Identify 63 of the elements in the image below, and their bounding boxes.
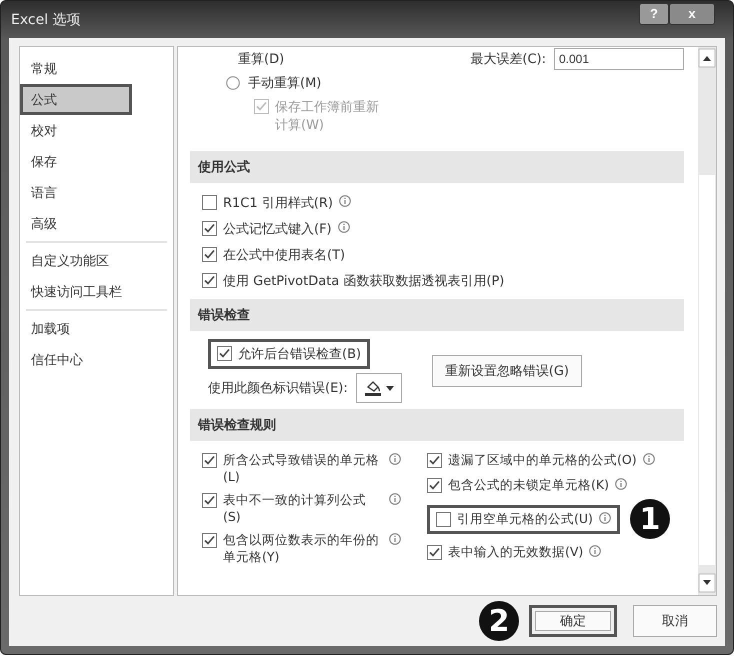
option-label: 包含以两位数表示的年份的单元格(Y) bbox=[223, 532, 380, 566]
sidebar-item[interactable]: 语言 bbox=[20, 177, 173, 208]
sidebar-item[interactable]: 快速访问工具栏 bbox=[20, 276, 173, 307]
option-label: 表中不一致的计算列公式(S) bbox=[223, 492, 367, 524]
checkbox[interactable] bbox=[202, 221, 217, 236]
option-label: 重算(D) bbox=[238, 51, 284, 68]
callout-number: 2 bbox=[479, 601, 519, 641]
info-icon bbox=[389, 453, 401, 465]
caret-icon bbox=[386, 386, 394, 390]
section-header: 错误检查规则 bbox=[190, 409, 684, 441]
ok-button[interactable]: 确定 bbox=[529, 605, 617, 637]
paint-bucket-icon bbox=[364, 379, 382, 397]
checkbox[interactable] bbox=[202, 247, 217, 262]
sidebar-item[interactable]: 高级 bbox=[20, 208, 173, 239]
info-icon bbox=[614, 478, 627, 490]
sidebar-item[interactable]: 加载项 bbox=[20, 313, 173, 344]
option-label: 在公式中使用表名(T) bbox=[223, 247, 346, 264]
checkbox[interactable] bbox=[436, 512, 451, 526]
section-header: 使用公式 bbox=[190, 151, 684, 183]
info-icon bbox=[389, 493, 401, 505]
option-label: 遗漏了区域中的单元格的公式(O) bbox=[448, 452, 637, 469]
info-icon bbox=[338, 195, 351, 207]
sidebar-item[interactable]: 保存 bbox=[20, 146, 173, 177]
checkbox[interactable] bbox=[202, 273, 217, 288]
info-icon bbox=[338, 221, 350, 233]
max-change-field[interactable]: 0.001 bbox=[554, 48, 684, 70]
checkbox[interactable] bbox=[202, 493, 217, 508]
option-label: 表中输入的无效数据(V) bbox=[448, 544, 584, 561]
sidebar-item[interactable]: 信任中心 bbox=[20, 344, 173, 375]
option-label: 允许后台错误检查(B) bbox=[238, 346, 362, 363]
option-label: 所含公式导致错误的单元格(L) bbox=[223, 452, 380, 484]
cancel-button[interactable]: 取消 bbox=[633, 605, 717, 637]
option-label: 引用空单元格的公式(U) bbox=[457, 510, 593, 528]
info-icon bbox=[642, 453, 655, 465]
window-title: Excel 选项 bbox=[11, 10, 82, 28]
option-label: 包含公式的未锁定单元格(K) bbox=[448, 477, 609, 494]
field-label: 使用此颜色标识错误(E): bbox=[208, 380, 348, 397]
option-label: 使用 GetPivotData 函数获取数据透视表引用(P) bbox=[223, 273, 504, 290]
info-icon bbox=[589, 545, 602, 557]
checkbox[interactable] bbox=[427, 545, 442, 560]
sidebar-item[interactable]: 校对 bbox=[20, 115, 173, 146]
sidebar-item[interactable]: 公式 bbox=[20, 84, 132, 115]
checkbox[interactable] bbox=[427, 478, 442, 493]
scrollbar[interactable] bbox=[698, 47, 716, 595]
checkbox[interactable] bbox=[202, 533, 217, 548]
section-header: 错误检查 bbox=[190, 299, 684, 331]
radio-button[interactable] bbox=[226, 76, 240, 90]
sidebar-item[interactable]: 常规 bbox=[20, 53, 173, 84]
checkbox[interactable] bbox=[202, 453, 217, 468]
info-icon bbox=[598, 512, 611, 524]
option-label: R1C1 引用样式(R) bbox=[223, 195, 333, 212]
option-label: 手动重算(M) bbox=[248, 75, 322, 92]
checkbox[interactable] bbox=[427, 453, 442, 468]
option-label: 保存工作簿前重新计算(W) bbox=[275, 99, 380, 134]
callout-number: 1 bbox=[630, 499, 670, 539]
info-icon bbox=[389, 533, 401, 545]
reset-ignored-errors-button[interactable]: 重新设置忽略错误(G) bbox=[432, 355, 582, 387]
option-label: 公式记忆式键入(F) bbox=[223, 221, 332, 238]
field-label: 最大误差(C): bbox=[470, 51, 546, 68]
color-picker-button[interactable] bbox=[356, 373, 402, 403]
checkbox[interactable] bbox=[217, 346, 232, 361]
checkbox[interactable] bbox=[202, 195, 217, 210]
sidebar-item[interactable]: 自定义功能区 bbox=[20, 245, 173, 276]
